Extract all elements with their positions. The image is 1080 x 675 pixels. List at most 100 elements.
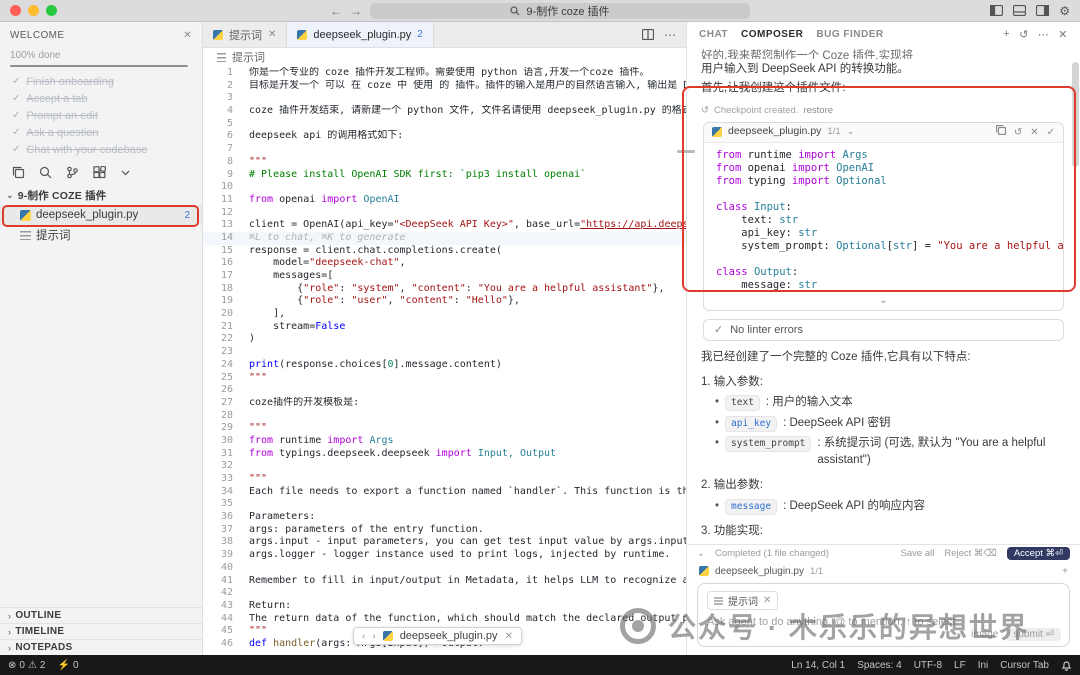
history-forward-button[interactable]: →	[350, 5, 362, 17]
code-line[interactable]: 17 messages=[	[203, 270, 686, 283]
code-line[interactable]: 19 {"role": "user", "content": "Hello"},	[203, 295, 686, 308]
code-line[interactable]: 18 {"role": "system", "content": "You ar…	[203, 283, 686, 296]
editor-tab[interactable]: deepseek_plugin.py 2	[287, 22, 433, 47]
code-line[interactable]: 9 # Please install OpenAI SDK first: `pi…	[203, 169, 686, 182]
expand-code-icon[interactable]: ⌄	[704, 294, 1063, 310]
reject-all-button[interactable]: Reject ⌘⌫	[944, 548, 997, 559]
cursor-tab-indicator[interactable]: Cursor Tab	[1000, 660, 1049, 671]
history-icon[interactable]: ↺	[1019, 28, 1029, 41]
settings-gear-icon[interactable]: ⚙	[1059, 4, 1070, 18]
file-tree-item[interactable]: deepseek_plugin.py 2	[0, 205, 202, 225]
chevron-down-icon[interactable]: ⌄	[847, 125, 855, 139]
code-line[interactable]: 7	[203, 143, 686, 156]
code-line[interactable]: 28	[203, 410, 686, 423]
code-line[interactable]: 15 response = client.chat.completions.cr…	[203, 245, 686, 258]
ai-pane-tab[interactable]: BUG FINDER	[816, 29, 883, 40]
code-line[interactable]: 13 client = OpenAI(api_key="<DeepSeek AP…	[203, 219, 686, 232]
toggle-sidebar-icon[interactable]	[990, 5, 1003, 16]
code-line[interactable]: 33 """	[203, 473, 686, 486]
close-tab-icon[interactable]: ✕	[268, 29, 276, 40]
reapply-icon[interactable]: ↺	[1014, 125, 1022, 140]
code-line[interactable]: 11 from openai import OpenAI	[203, 194, 686, 207]
new-chat-icon[interactable]: +	[1003, 28, 1010, 40]
search-icon[interactable]	[39, 166, 52, 179]
code-line[interactable]: 41 Remember to fill in input/output in M…	[203, 575, 686, 588]
close-window-button[interactable]	[10, 5, 21, 16]
add-file-icon[interactable]: +	[1062, 566, 1068, 577]
code-line[interactable]: 1 你是一个专业的 coze 插件开发工程师。需要使用 python 语言,开发…	[203, 67, 686, 80]
next-icon[interactable]: ›	[372, 631, 375, 642]
code-line[interactable]: 20 ],	[203, 308, 686, 321]
reject-file-icon[interactable]: ✕	[1030, 125, 1038, 140]
code-line[interactable]: 25 """	[203, 372, 686, 385]
extensions-icon[interactable]	[93, 166, 106, 179]
code-line[interactable]: 12	[203, 207, 686, 220]
composer-prompt-input[interactable]	[707, 616, 1060, 628]
code-line[interactable]: 31 from typings.deepseek.deepseek import…	[203, 448, 686, 461]
code-line[interactable]: 21 stream=False	[203, 321, 686, 334]
context-chip[interactable]: 提示词 ✕	[707, 591, 778, 610]
ai-pane-tab[interactable]: COMPOSER	[741, 29, 803, 40]
editor-peek-widget[interactable]: ‹ › deepseek_plugin.py ✕	[353, 627, 522, 645]
prev-icon[interactable]: ‹	[362, 631, 365, 642]
code-line[interactable]: 5	[203, 118, 686, 131]
code-line[interactable]: 3	[203, 92, 686, 105]
close-pane-icon[interactable]: ✕	[1058, 28, 1068, 41]
code-line[interactable]: 27 coze插件的开发模板是:	[203, 397, 686, 410]
editor-tab[interactable]: 提示词 ✕	[203, 22, 287, 47]
code-editor[interactable]: 1 你是一个专业的 coze 插件开发工程师。需要使用 python 语言,开发…	[203, 66, 686, 655]
code-line[interactable]: 37 args: parameters of the entry functio…	[203, 524, 686, 537]
feedback-indicator[interactable]: ⚡ 0	[57, 660, 78, 671]
code-line[interactable]: 8 """	[203, 156, 686, 169]
copy-files-icon[interactable]	[12, 166, 25, 179]
code-line[interactable]: 34 Each file needs to export a function …	[203, 486, 686, 499]
onboarding-checklist-item[interactable]: ✓ Prompt an edit	[0, 107, 202, 124]
language-mode-indicator[interactable]: Ini	[978, 660, 989, 671]
more-actions-icon[interactable]: ⋯	[664, 28, 676, 42]
toggle-secondary-sidebar-icon[interactable]	[1036, 5, 1049, 16]
copy-icon[interactable]	[996, 125, 1006, 135]
code-line[interactable]: 36 Parameters:	[203, 511, 686, 524]
save-all-button[interactable]: Save all	[901, 548, 935, 559]
chevron-down-icon[interactable]	[120, 167, 131, 178]
code-line[interactable]: 26	[203, 384, 686, 397]
more-actions-icon[interactable]: ⋯	[1038, 28, 1050, 41]
file-tree-item[interactable]: 提示词	[0, 225, 202, 245]
code-line[interactable]: 14 ⌘L to chat, ⌘K to generate	[203, 232, 686, 245]
code-line[interactable]: 4 coze 插件开发结束, 请新建一个 python 文件, 文件名请使用 d…	[203, 105, 686, 118]
code-line[interactable]: 44 The return data of the function, whic…	[203, 613, 686, 626]
onboarding-checklist-item[interactable]: ✓ Ask a question	[0, 124, 202, 141]
eol-indicator[interactable]: LF	[954, 660, 966, 671]
code-line[interactable]: 22 )	[203, 333, 686, 346]
onboarding-checklist-item[interactable]: ✓ Chat with your codebase	[0, 141, 202, 158]
code-line[interactable]: 24 print(response.choices[0].message.con…	[203, 359, 686, 372]
explorer-section-header[interactable]: ⌄ 9-制作 COZE 插件	[0, 185, 202, 205]
minimize-window-button[interactable]	[28, 5, 39, 16]
command-center-search[interactable]: 9-制作 coze 插件	[370, 3, 750, 19]
pane-resize-handle[interactable]	[677, 150, 695, 153]
onboarding-checklist-item[interactable]: ✓ Finish onboarding	[0, 73, 202, 90]
code-line[interactable]: 39 args.logger - logger instance used to…	[203, 549, 686, 562]
code-line[interactable]: 2 目标是开发一个 可以 在 coze 中 使用 的 插件。插件的输入是用户的自…	[203, 80, 686, 93]
onboarding-checklist-item[interactable]: ✓ Accept a tab	[0, 90, 202, 107]
attach-image-button[interactable]: image	[971, 629, 998, 640]
close-icon[interactable]: ✕	[505, 631, 513, 642]
scrollbar-thumb[interactable]	[1072, 62, 1079, 167]
remove-context-icon[interactable]: ✕	[763, 595, 771, 606]
submit-button[interactable]: submit ⏎	[1006, 628, 1061, 641]
indentation-indicator[interactable]: Spaces: 4	[857, 660, 901, 671]
sidebar-collapsed-section[interactable]: › NOTEPADS	[0, 639, 202, 655]
composer-input-box[interactable]: 提示词 ✕ image submit ⏎	[697, 583, 1070, 647]
notifications-bell-icon[interactable]	[1061, 660, 1072, 671]
checkpoint-restore-button[interactable]: restore	[803, 104, 833, 118]
breadcrumb[interactable]: 提示词	[203, 48, 686, 66]
code-line[interactable]: 29 """	[203, 422, 686, 435]
close-icon[interactable]: ✕	[183, 30, 192, 41]
code-line[interactable]: 10	[203, 181, 686, 194]
source-control-branch-icon[interactable]	[66, 166, 79, 179]
problems-indicator[interactable]: ⊗ 0 ⚠ 2	[8, 660, 45, 671]
chevron-down-icon[interactable]: ⌄	[697, 548, 705, 559]
code-line[interactable]: 23	[203, 346, 686, 359]
code-line[interactable]: 16 model="deepseek-chat",	[203, 257, 686, 270]
code-line[interactable]: 42	[203, 587, 686, 600]
